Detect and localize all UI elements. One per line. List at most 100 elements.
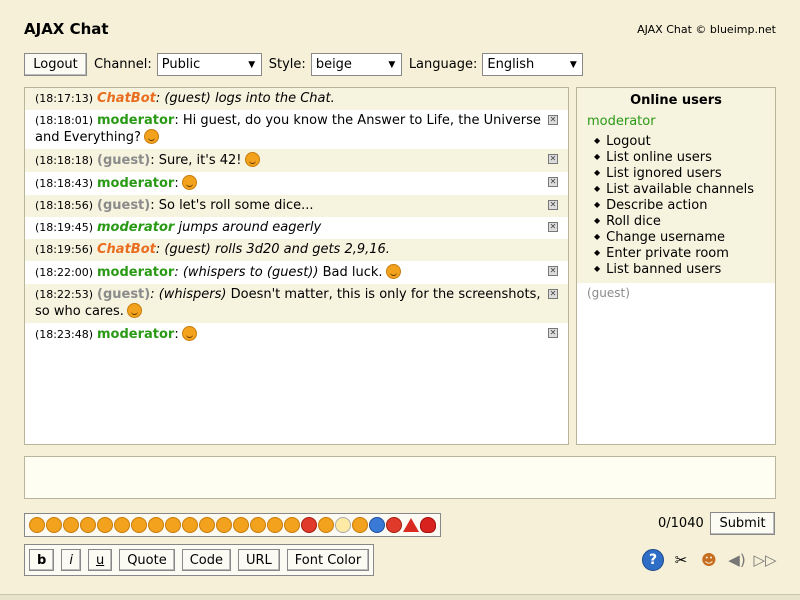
question-icon[interactable] [369, 517, 385, 533]
format-bar: b i u Quote Code URL Font Color [24, 544, 375, 576]
chevron-down-icon: ▼ [248, 59, 256, 70]
message-time: (18:22:53) [35, 288, 93, 301]
bold-button[interactable]: b [29, 549, 55, 571]
chat-message-list[interactable]: (18:17:13) ChatBot: (guest) logs into the… [24, 87, 569, 445]
language-select[interactable]: English ▼ [482, 52, 584, 76]
message-user[interactable]: (guest) [97, 153, 150, 168]
message-user[interactable]: ChatBot [97, 91, 156, 106]
copyright: AJAX Chat © blueimp.net [637, 23, 776, 36]
delete-message-icon[interactable]: ✕ [548, 266, 558, 276]
delete-message-icon[interactable]: ✕ [548, 115, 558, 125]
online-users-icon[interactable]: ☻ [698, 549, 720, 571]
message-user[interactable]: ChatBot [97, 242, 156, 257]
message-user[interactable]: moderator [97, 265, 174, 280]
cool-glasses-icon[interactable] [182, 517, 198, 533]
surprised-icon[interactable] [131, 517, 147, 533]
style-select[interactable]: beige ▼ [310, 52, 402, 76]
logout-button[interactable]: Logout [24, 52, 87, 76]
grin-icon[interactable] [97, 517, 113, 533]
language-label: Language: [408, 56, 478, 72]
quote-button[interactable]: Quote [119, 549, 175, 571]
message-user[interactable]: moderator [97, 220, 174, 235]
online-users-title: Online users [577, 88, 775, 112]
delete-message-icon[interactable]: ✕ [548, 222, 558, 232]
language-value: English [487, 56, 535, 72]
autoscroll-icon[interactable]: ▷▷ [753, 549, 776, 571]
delete-message-icon[interactable]: ✕ [548, 328, 558, 338]
delete-message-icon[interactable]: ✕ [548, 289, 558, 299]
underline-button[interactable]: u [87, 549, 113, 571]
nerd-icon[interactable] [199, 517, 215, 533]
chat-message: (18:18:56) (guest): So let's roll some di… [25, 195, 568, 217]
online-user-guest[interactable]: (guest) [577, 283, 775, 303]
exclamation-icon[interactable] [352, 517, 368, 533]
sleepy-icon[interactable] [284, 517, 300, 533]
lightbulb-icon[interactable] [335, 517, 351, 533]
wink-icon[interactable] [46, 517, 62, 533]
message-time: (18:17:13) [35, 92, 93, 105]
message-text: : So let's roll some dice... [150, 198, 314, 213]
help-icon[interactable]: ? [642, 549, 664, 571]
submit-button[interactable]: Submit [710, 512, 775, 535]
tongue-icon [181, 326, 197, 341]
cool-icon[interactable] [165, 517, 181, 533]
url-button[interactable]: URL [238, 549, 280, 571]
chat-message: (18:22:53) (guest): (whispers) Doesn't ma… [25, 284, 568, 323]
happy-icon[interactable] [148, 517, 164, 533]
message-input[interactable] [24, 456, 776, 499]
neutral-icon[interactable] [114, 517, 130, 533]
user-menu-item[interactable]: Logout [594, 133, 775, 149]
user-menu-item[interactable]: Roll dice [594, 213, 775, 229]
message-text: : (guest) rolls 3d20 and gets 2,9,16. [155, 242, 390, 257]
delete-message-icon[interactable]: ✕ [548, 177, 558, 187]
sound-icon[interactable]: ◀) [726, 549, 748, 571]
delete-message-icon[interactable]: ✕ [548, 200, 558, 210]
laugh-icon [126, 303, 142, 318]
chat-message: (18:19:56) ChatBot: (guest) rolls 3d20 an… [25, 239, 568, 261]
message-user[interactable]: moderator [97, 327, 174, 342]
grin-icon [244, 152, 260, 167]
emoticon-bar [24, 513, 441, 537]
confused-icon[interactable] [216, 517, 232, 533]
chat-message: (18:17:13) ChatBot: (guest) logs into the… [25, 88, 568, 110]
italic-button[interactable]: i [61, 549, 81, 571]
online-user-moderator[interactable]: moderator [577, 112, 775, 131]
sad-icon [385, 264, 401, 279]
user-menu-item[interactable]: List online users [594, 149, 775, 165]
smile-icon[interactable] [29, 517, 45, 533]
chat-message: (18:23:48) moderator: ✕ [25, 323, 568, 346]
message-time: (18:18:43) [35, 177, 93, 190]
message-user[interactable]: moderator [97, 113, 174, 128]
character-counter: 0/1040 [658, 516, 704, 531]
user-menu-item[interactable]: Enter private room [594, 245, 775, 261]
chat-message: (18:18:43) moderator: ✕ [25, 172, 568, 195]
devil-icon[interactable] [301, 517, 317, 533]
message-time: (18:19:45) [35, 221, 93, 234]
online-users-panel: Online users moderator Logout List onlin… [576, 87, 776, 445]
message-user[interactable]: moderator [97, 176, 174, 191]
monkey-icon[interactable] [318, 517, 334, 533]
sad-icon[interactable] [63, 517, 79, 533]
style-label: Style: [268, 56, 306, 72]
laugh-icon[interactable] [233, 517, 249, 533]
style-value: beige [315, 56, 352, 72]
user-menu-item[interactable]: List banned users [594, 261, 775, 277]
crying-icon[interactable] [250, 517, 266, 533]
heart-icon[interactable] [420, 517, 436, 533]
user-menu-item[interactable]: List available channels [594, 181, 775, 197]
user-menu-item[interactable]: Describe action [594, 197, 775, 213]
stop-icon[interactable] [386, 517, 402, 533]
message-user[interactable]: (guest) [97, 198, 150, 213]
kiss-icon[interactable] [267, 517, 283, 533]
message-user[interactable]: (guest) [97, 287, 150, 302]
tongue-icon[interactable] [80, 517, 96, 533]
font-color-button[interactable]: Font Color [286, 549, 370, 571]
code-button[interactable]: Code [181, 549, 231, 571]
warning-icon[interactable] [403, 518, 419, 532]
settings-icons: ? ✂ ☻ ◀) ▷▷ [642, 549, 777, 571]
delete-message-icon[interactable]: ✕ [548, 154, 558, 164]
channel-select[interactable]: Public ▼ [156, 52, 262, 76]
user-menu-item[interactable]: List ignored users [594, 165, 775, 181]
settings-icon[interactable]: ✂ [670, 549, 692, 571]
user-menu-item[interactable]: Change username [594, 229, 775, 245]
